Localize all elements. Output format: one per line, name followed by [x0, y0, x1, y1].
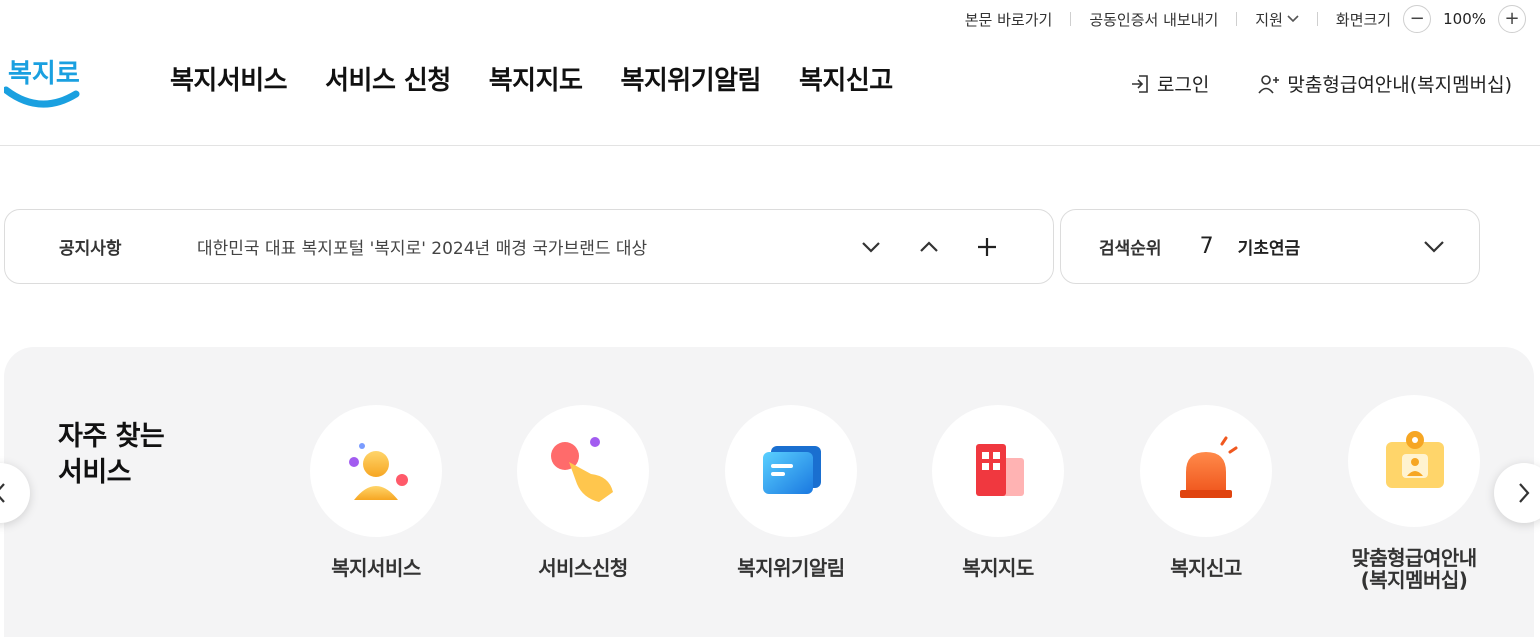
service-icon-circle [932, 405, 1064, 537]
search-rank-title: 검색순위 [1099, 239, 1162, 259]
service-label: 복지지도 [962, 556, 1034, 580]
title-line-1: 자주 찾는 [58, 421, 165, 452]
message-icon [763, 446, 821, 494]
service-icon-circle [1348, 395, 1480, 527]
service-membership[interactable]: 맞춤형급여안내 (복지멤버십) [1324, 395, 1504, 591]
membership-card-icon [1386, 431, 1444, 488]
plus-icon [978, 237, 996, 256]
service-label: 복지신고 [1170, 556, 1242, 580]
site-header: 복지로 복지서비스 서비스 신청 복지지도 복지위기알림 복지신고 로그인 맞춤… [0, 38, 1540, 146]
notice-next-button[interactable] [855, 231, 887, 263]
user-plus-icon [1258, 74, 1280, 94]
service-welfare-map[interactable]: 복지지도 [908, 405, 1088, 579]
login-link[interactable]: 로그인 [1129, 70, 1209, 97]
frequent-services-title: 자주 찾는 서비스 [58, 419, 165, 492]
site-logo[interactable]: 복지로 [2, 48, 80, 110]
notice-controls [855, 231, 1003, 263]
carousel-prev-button[interactable] [0, 463, 30, 523]
tap-hand-icon [551, 437, 613, 502]
notice-more-button[interactable] [971, 231, 1003, 263]
service-crisis-alert[interactable]: 복지위기알림 [701, 405, 881, 579]
service-icon-circle [725, 405, 857, 537]
chevron-down-icon [1287, 15, 1299, 23]
membership-label: 맞춤형급여안내(복지멤버십) [1287, 74, 1512, 96]
membership-link[interactable]: 맞춤형급여안내(복지멤버십) [1257, 70, 1512, 97]
login-label: 로그인 [1156, 74, 1210, 96]
frequent-services-panel: 자주 찾는 서비스 복지서비스 서비스신청 복지위기알림 복지지도 복지신고 맞… [0, 347, 1540, 637]
notice-title: 공지사항 [59, 239, 122, 259]
notice-bar: 공지사항 대한민국 대표 복지포털 '복지로' 2024년 매경 국가브랜드 대… [4, 209, 1054, 284]
nav-service-application[interactable]: 서비스 신청 [325, 60, 451, 97]
support-label: 지원 [1255, 10, 1283, 29]
service-welfare-report[interactable]: 복지신고 [1116, 405, 1296, 579]
zoom-label: 화면크기 [1335, 10, 1392, 29]
building-icon [976, 444, 1024, 496]
chevron-left-icon [0, 483, 5, 503]
divider [1316, 12, 1318, 26]
service-label: 복지서비스 [331, 556, 421, 580]
service-icon-circle [517, 405, 649, 537]
service-icon-circle [1140, 405, 1272, 537]
service-welfare[interactable]: 복지서비스 [286, 405, 466, 579]
service-label: 복지위기알림 [737, 556, 845, 580]
nav-welfare-report[interactable]: 복지신고 [799, 60, 893, 97]
nav-crisis-alert[interactable]: 복지위기알림 [620, 60, 761, 97]
service-label: 맞춤형급여안내 (복지멤버십) [1351, 546, 1477, 592]
account-links: 로그인 맞춤형급여안내(복지멤버십) [1129, 70, 1512, 97]
svg-text:복지로: 복지로 [8, 59, 80, 89]
notice-prev-button[interactable] [913, 231, 945, 263]
title-line-2: 서비스 [58, 457, 132, 489]
nav-welfare-map[interactable]: 복지지도 [489, 60, 583, 97]
support-dropdown[interactable]: 지원 [1255, 9, 1299, 30]
zoom-out-button[interactable]: − [1403, 5, 1432, 33]
service-icon-circle [310, 405, 442, 537]
search-rank-number: 7 [1199, 234, 1214, 259]
bokjiro-logo-icon: 복지로 [2, 59, 80, 108]
login-icon [1131, 74, 1148, 93]
chevron-right-icon [1519, 483, 1530, 503]
divider [1070, 12, 1072, 26]
nav-welfare-services[interactable]: 복지서비스 [170, 60, 288, 97]
search-rank-keyword[interactable]: 기초연금 [1238, 234, 1423, 259]
main-nav: 복지서비스 서비스 신청 복지지도 복지위기알림 복지신고 [170, 60, 893, 97]
service-label: 서비스신청 [538, 556, 628, 580]
chevron-down-icon [862, 241, 880, 253]
service-application[interactable]: 서비스신청 [493, 405, 673, 579]
search-rank-expand-button[interactable] [1423, 240, 1445, 253]
cert-export-link[interactable]: 공동인증서 내보내기 [1089, 9, 1218, 30]
chevron-down-icon [1424, 241, 1444, 253]
zoom-value: 100% [1443, 10, 1486, 28]
chevron-up-icon [920, 240, 938, 252]
search-rank-bar: 검색순위 7 기초연금 [1060, 209, 1480, 284]
person-icon [349, 443, 408, 500]
skip-to-content-link[interactable]: 본문 바로가기 [965, 9, 1053, 30]
utility-bar: 본문 바로가기 공동인증서 내보내기 지원 화면크기 − 100% + [965, 0, 1540, 38]
divider [1236, 12, 1238, 26]
zoom-in-button[interactable]: + [1498, 5, 1526, 33]
siren-icon [1180, 436, 1238, 498]
notice-message[interactable]: 대한민국 대표 복지포털 '복지로' 2024년 매경 국가브랜드 대상 [197, 234, 855, 259]
